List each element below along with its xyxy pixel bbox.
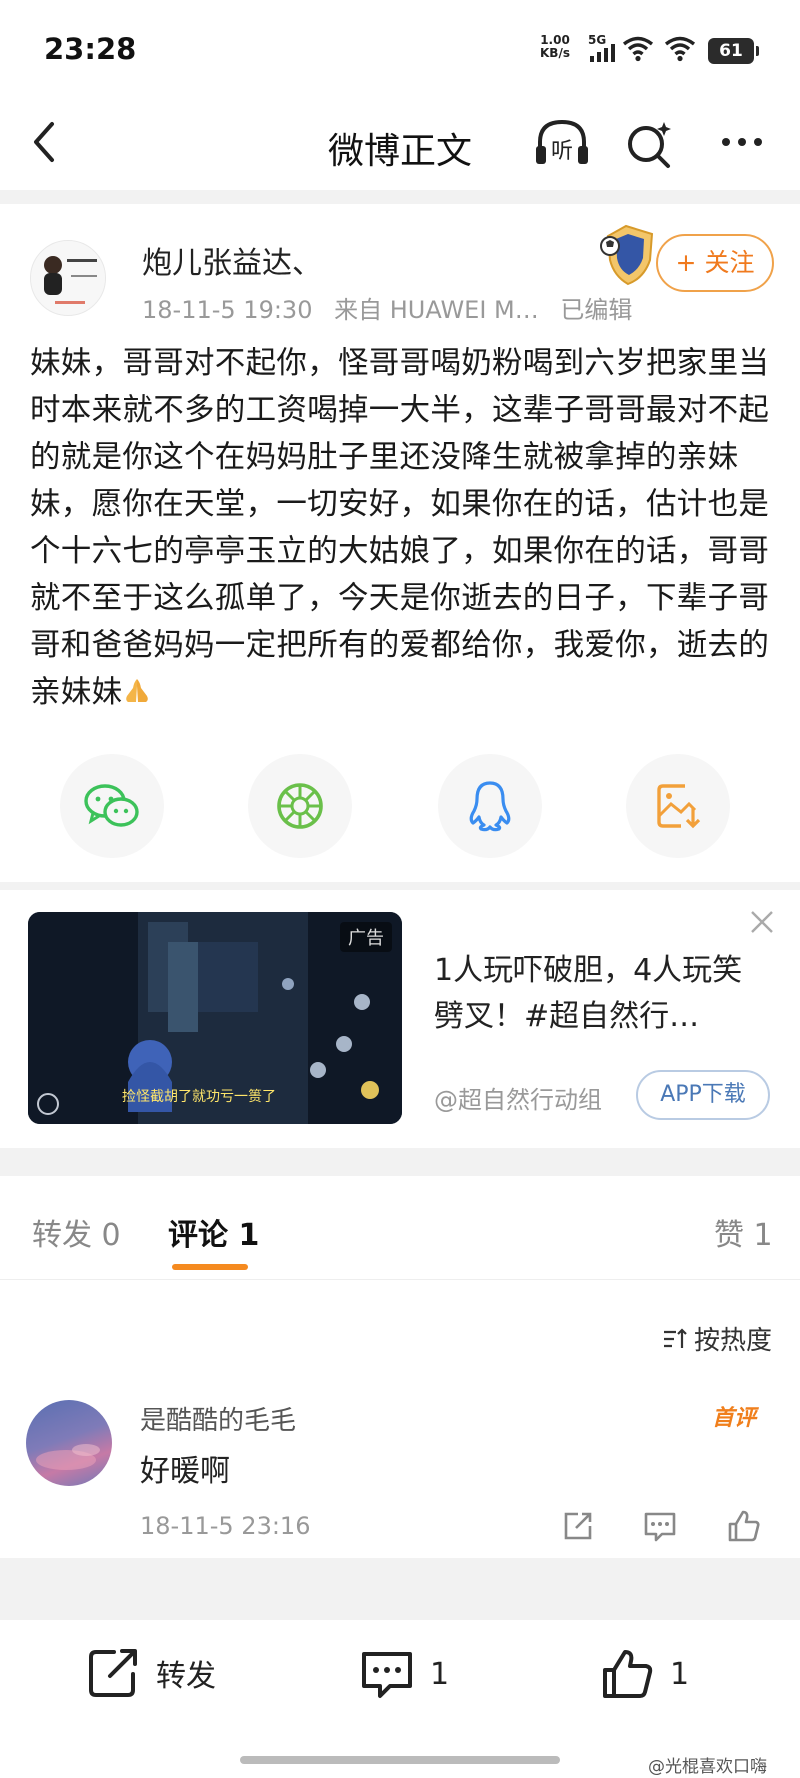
first-comment-badge: 首评: [712, 1406, 757, 1431]
comment-reply-icon[interactable]: [642, 1508, 678, 1544]
ad-tag: 广告: [340, 922, 392, 952]
post-date: 18-11-5 19:30: [142, 296, 313, 324]
comment-like-icon[interactable]: [726, 1508, 762, 1544]
signal-bars-icon: [590, 44, 615, 62]
search-icon[interactable]: [624, 118, 676, 170]
repost-icon: [89, 1649, 137, 1697]
tab-repost[interactable]: 转发 0: [32, 1210, 121, 1254]
ad-image[interactable]: 广告 捡怪截胡了就功亏一篑了: [28, 912, 402, 1124]
post-text: 妹妹，哥哥对不起你，怪哥哥喝奶粉喝到六岁把家里当时本来就不多的工资喝掉一大半，这…: [30, 346, 770, 710]
wechat-icon: [84, 784, 139, 827]
divider: [0, 882, 800, 890]
wifi-icon-1: [622, 36, 654, 62]
wifi-icon-2: [664, 36, 696, 62]
post-edited[interactable]: 已编辑: [560, 296, 632, 324]
tab-comments[interactable]: 评论 1: [168, 1210, 259, 1254]
battery-indicator: 61: [708, 38, 759, 64]
commenter-avatar[interactable]: [26, 1400, 112, 1486]
post-meta: 18-11-5 19:30 来自 HUAWEI M… 已编辑: [142, 290, 646, 325]
avatar-image: [31, 241, 105, 315]
sort-icon: [664, 1327, 687, 1348]
follow-button[interactable]: + 关注: [656, 234, 774, 292]
like-button[interactable]: 1: [600, 1646, 689, 1702]
tab-likes[interactable]: 赞 1: [714, 1210, 773, 1254]
svg-text:听: 听: [551, 139, 573, 164]
commenter-name[interactable]: 是酷酷的毛毛: [140, 1400, 296, 1437]
home-indicator[interactable]: [240, 1756, 560, 1764]
ad-image-caption: 捡怪截胡了就功亏一篑了: [122, 1089, 276, 1105]
share-qq-button[interactable]: [438, 754, 542, 858]
status-time: 23:28: [44, 32, 137, 66]
watermark: @光棍喜欢口嗨: [648, 1757, 767, 1777]
qq-icon: [469, 781, 511, 832]
active-tab-indicator: [172, 1264, 248, 1270]
listen-headphones-icon[interactable]: 听: [532, 116, 592, 170]
like-count: 1: [670, 1656, 690, 1692]
moments-icon: [277, 783, 323, 829]
bottom-action-bar: 转发 1 1: [0, 1620, 800, 1740]
comment-button[interactable]: 1: [358, 1646, 449, 1702]
save-image-button[interactable]: [626, 754, 730, 858]
divider: [0, 1148, 800, 1176]
author-name[interactable]: 炮儿张益达、: [142, 238, 322, 282]
more-icon[interactable]: [712, 120, 772, 164]
comment-text: 好暖啊: [140, 1454, 230, 1489]
divider: [0, 1558, 800, 1620]
close-icon[interactable]: [748, 908, 776, 936]
tab-bar: 转发 0 评论 1 赞 1: [0, 1180, 800, 1280]
post-source: 来自 HUAWEI M…: [334, 296, 539, 324]
ad-source[interactable]: @超自然行动组: [434, 1080, 602, 1115]
author-avatar[interactable]: [30, 240, 106, 316]
praying-hands-icon: [126, 679, 149, 702]
status-bar: 23:28 1.00 KB/s 5G 61: [0, 0, 800, 100]
avatar-image: [36, 1444, 100, 1470]
nav-bar: 微博正文 听: [0, 100, 800, 188]
sort-label: 按热度: [694, 1326, 773, 1356]
share-moments-button[interactable]: [248, 754, 352, 858]
repost-label: 转发: [156, 1659, 216, 1694]
comment-time: 18-11-5 23:16: [140, 1512, 311, 1540]
sort-button[interactable]: 按热度: [662, 1320, 772, 1357]
divider: [0, 190, 800, 204]
net-speed: 1.00 KB/s: [540, 33, 570, 60]
football-badge-icon: [600, 224, 654, 286]
page-title: 微博正文: [327, 131, 472, 172]
comment-icon: [362, 1652, 412, 1698]
save-image-icon: [657, 784, 701, 829]
comment-count: 1: [430, 1656, 450, 1692]
repost-button[interactable]: 转发: [86, 1646, 216, 1700]
comment-repost-icon[interactable]: [560, 1508, 596, 1544]
post-body: 妹妹，哥哥对不起你，怪哥哥喝奶粉喝到六岁把家里当时本来就不多的工资喝掉一大半，这…: [30, 340, 778, 716]
ad-title[interactable]: 1人玩吓破胆，4人玩笑劈叉！#超自然行…: [434, 948, 764, 1040]
share-wechat-button[interactable]: [60, 754, 164, 858]
thumbs-up-icon: [603, 1650, 653, 1698]
app-download-button[interactable]: APP下载: [636, 1070, 770, 1120]
